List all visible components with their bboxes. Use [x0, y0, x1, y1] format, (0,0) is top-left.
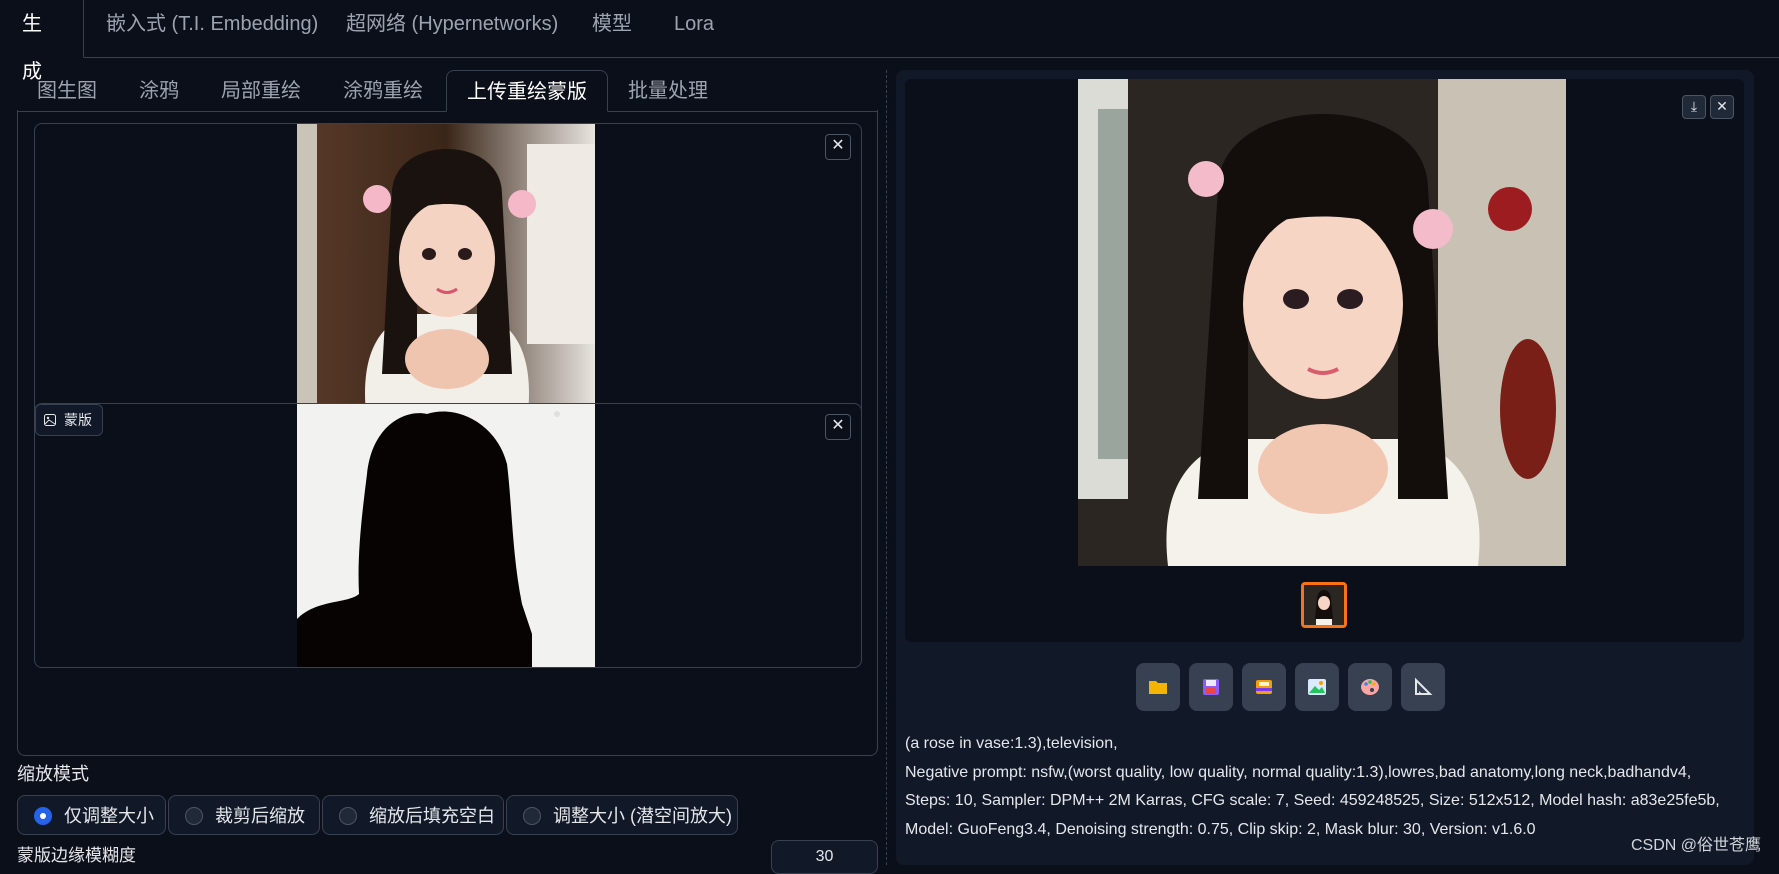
info-negative-prompt: Negative prompt: nsfw,(worst quality, lo… [905, 763, 1692, 781]
info-params: Steps: 10, Sampler: DPM++ 2M Karras, CFG… [905, 792, 1720, 809]
tab-inpaint-upload[interactable]: 上传重绘蒙版 [446, 70, 608, 112]
tab-generate[interactable]: 生成 [0, 0, 84, 83]
save-button[interactable] [1189, 663, 1233, 711]
image-icon [44, 414, 56, 426]
tab-batch[interactable]: 批量处理 [608, 70, 728, 111]
open-folder-button[interactable] [1136, 663, 1180, 711]
radio-resize-and-fill[interactable]: 缩放后填充空白 [322, 795, 504, 835]
radio-crop-and-resize[interactable]: 裁剪后缩放 [168, 795, 320, 835]
watermark: CSDN @俗世苍鹰 [1630, 837, 1761, 854]
source-image-box[interactable]: ✕ [34, 123, 862, 423]
mask-blur-input[interactable]: 30 [771, 840, 878, 874]
thumbnail-image [1304, 585, 1344, 625]
output-panel: ⤓ ✕ (a rose in vase:1.3),television, Neg… [896, 70, 1754, 865]
generation-info: (a rose in vase:1.3),television, Negativ… [905, 730, 1745, 844]
radio-just-resize[interactable]: 仅调整大小 [17, 795, 166, 835]
tab-models[interactable]: 模型 [570, 0, 654, 57]
close-icon: ✕ [831, 137, 845, 154]
mask-image-label: 蒙版 [35, 404, 103, 436]
close-icon: ✕ [831, 417, 845, 434]
output-gallery: ⤓ ✕ [905, 79, 1744, 642]
top-tab-bar: 生成 嵌入式 (T.I. Embedding) 超网络 (Hypernetwor… [0, 0, 1779, 83]
tab-inpaint[interactable]: 局部重绘 [201, 70, 321, 111]
mask-blur-label: 蒙版边缘模糊度 [17, 846, 136, 865]
mask-image [297, 404, 595, 667]
source-image [297, 124, 595, 422]
download-icon: ⤓ [1690, 98, 1698, 114]
send-to-inpaint-button[interactable] [1348, 663, 1392, 711]
save-icon [1203, 679, 1219, 695]
send-to-img2img-icon [1308, 679, 1326, 695]
close-icon: ✕ [1716, 98, 1728, 114]
clear-mask-image-button[interactable]: ✕ [825, 414, 851, 440]
zip-save-button[interactable] [1242, 663, 1286, 711]
download-button[interactable]: ⤓ [1682, 95, 1706, 119]
tab-hypernetworks[interactable]: 超网络 (Hypernetworks) [324, 0, 580, 57]
panel-divider[interactable] [886, 70, 887, 865]
close-gallery-button[interactable]: ✕ [1710, 95, 1734, 119]
send-to-extras-button[interactable] [1401, 663, 1445, 711]
send-to-img2img-button[interactable] [1295, 663, 1339, 711]
tab-img2img[interactable]: 图生图 [17, 70, 117, 111]
img2img-mode-tabs: 图生图 涂鸦 局部重绘 涂鸦重绘 上传重绘蒙版 批量处理 [17, 70, 877, 112]
clear-source-image-button[interactable]: ✕ [825, 134, 851, 160]
zip-save-icon [1256, 680, 1272, 694]
inpaint-upload-panel: ✕ 蒙版 ✕ [17, 110, 878, 756]
send-to-inpaint-icon [1361, 679, 1379, 695]
tab-sketch[interactable]: 涂鸦 [119, 70, 199, 111]
send-to-extras-icon [1415, 677, 1433, 695]
radio-latent-upscale[interactable]: 调整大小 (潜空间放大) [506, 795, 738, 835]
mask-image-box[interactable]: 蒙版 ✕ [34, 403, 862, 668]
tab-embedding[interactable]: 嵌入式 (T.I. Embedding) [84, 0, 340, 57]
tab-lora[interactable]: Lora [652, 0, 736, 57]
folder-icon [1149, 681, 1167, 694]
tab-inpaint-sketch[interactable]: 涂鸦重绘 [323, 70, 443, 111]
info-prompt: (a rose in vase:1.3),television, [905, 735, 1118, 752]
output-image[interactable] [1078, 79, 1566, 566]
info-model: Model: GuoFeng3.4, Denoising strength: 0… [905, 820, 1536, 838]
gallery-thumbnail[interactable] [1301, 582, 1347, 628]
resize-mode-label: 缩放模式 [17, 764, 89, 784]
